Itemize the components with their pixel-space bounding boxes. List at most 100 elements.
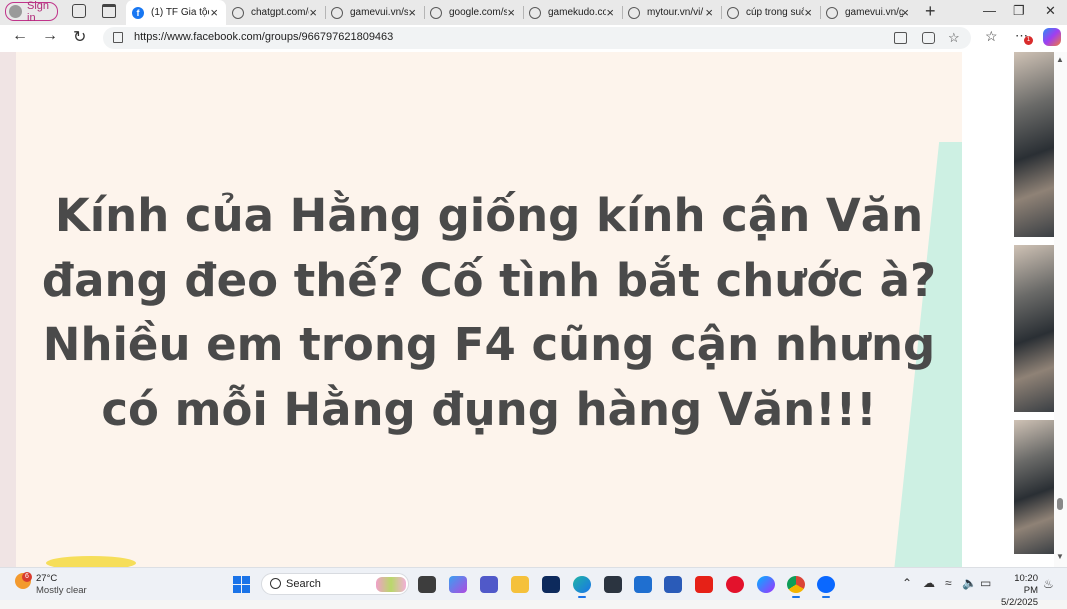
post-image[interactable]: Kính của Hằng giống kính cận Văn đang đe…: [16, 52, 962, 567]
close-tab-icon[interactable]: ×: [309, 5, 317, 20]
youtube-icon[interactable]: [695, 576, 713, 593]
thumbnail-image[interactable]: [1014, 420, 1054, 554]
tab-google[interactable]: google.com/se ×: [424, 0, 523, 25]
thumbnail-image[interactable]: [1014, 245, 1054, 412]
scroll-down-icon[interactable]: ▼: [1056, 552, 1064, 561]
forward-icon[interactable]: →: [42, 27, 58, 45]
tab-actions-icon[interactable]: [102, 4, 116, 18]
show-hidden-icons-icon[interactable]: ⌃: [902, 576, 912, 590]
lock-icon[interactable]: [113, 32, 123, 43]
caption-line: Kính của Hằng giống kính cận Văn: [54, 189, 924, 242]
cloud-icon[interactable]: ☁: [923, 576, 935, 590]
caption-line: có mỗi Hằng đụng hàng Văn!!!: [101, 382, 877, 436]
right-gutter: [962, 52, 1014, 567]
globe-icon: [331, 6, 343, 19]
folder-icon[interactable]: [511, 576, 529, 593]
tab-facebook[interactable]: f (1) TF Gia tộc F ×: [126, 0, 226, 25]
caption-line: Nhiều em trong F4 cũng cận nhưng: [42, 318, 936, 371]
globe-icon: [529, 6, 541, 19]
weather-badge: 6: [22, 572, 32, 582]
search-placeholder: Search: [286, 578, 321, 590]
copilot-icon[interactable]: [1043, 28, 1061, 46]
url-text[interactable]: https://www.facebook.com/groups/96679762…: [134, 31, 393, 43]
tab-title: mytour.vn/vi/: [647, 7, 704, 18]
tab-gamevui-2[interactable]: gamevui.vn/ga ×: [820, 0, 917, 25]
store-icon[interactable]: [664, 576, 682, 593]
notification-badge: 1: [1024, 36, 1033, 45]
thumbnail-column: [1014, 52, 1054, 567]
globe-icon: [628, 6, 640, 19]
close-tab-icon[interactable]: ×: [804, 5, 812, 20]
taskbar: 6 27°C Mostly clear Search ⌃ ☁ ≈ 🔈 ▭ 10:…: [0, 567, 1067, 608]
favorites-icon[interactable]: ☆: [985, 28, 998, 45]
copilot-icon[interactable]: [449, 576, 467, 593]
close-tab-icon[interactable]: ×: [606, 5, 614, 20]
clock[interactable]: 10:20 PM 5/2/2025: [1000, 573, 1038, 609]
battery-icon[interactable]: ▭: [980, 576, 991, 590]
close-window-icon[interactable]: ✕: [1045, 3, 1056, 19]
app-available-icon[interactable]: [894, 32, 907, 44]
left-margin: [0, 52, 16, 567]
tab-title: google.com/se: [449, 7, 507, 18]
sign-in-label: Sign in: [27, 0, 50, 24]
opera-icon[interactable]: [726, 576, 744, 593]
wifi-icon[interactable]: ≈: [945, 576, 952, 590]
chrome-icon[interactable]: [787, 576, 805, 598]
close-tab-icon[interactable]: ×: [408, 5, 416, 20]
close-tab-icon[interactable]: ×: [705, 5, 713, 20]
taskbar-search[interactable]: Search: [261, 573, 409, 595]
new-tab-button[interactable]: +: [925, 1, 936, 22]
tab-title: cúp trong suốt: [746, 7, 804, 18]
favorite-star-icon[interactable]: ☆: [948, 30, 960, 46]
tab-title: (1) TF Gia tộc F: [151, 7, 209, 18]
weather-temperature[interactable]: 27°C: [36, 573, 57, 584]
globe-icon: [727, 6, 739, 19]
tab-mytour[interactable]: mytour.vn/vi/ ×: [622, 0, 721, 25]
caption-line: đang đeo thế? Cố tình bắt chước à?: [41, 253, 937, 307]
close-tab-icon[interactable]: ×: [901, 5, 909, 20]
post-caption: Kính của Hằng giống kính cận Văn đang đe…: [16, 184, 962, 442]
tab-gamekudo[interactable]: gamekudo.com ×: [523, 0, 622, 25]
scrollbar[interactable]: ▲ ▼: [1054, 52, 1067, 567]
close-tab-icon[interactable]: ×: [210, 5, 218, 20]
decorative-shape: [46, 556, 136, 567]
clock-date: 5/2/2025: [1001, 597, 1038, 608]
workspaces-icon[interactable]: [72, 4, 86, 18]
volume-icon[interactable]: 🔈: [962, 576, 977, 590]
globe-icon: [232, 6, 244, 19]
tab-strip: Sign in f (1) TF Gia tộc F × chatgpt.com…: [0, 0, 1067, 25]
maximize-icon[interactable]: ❐: [1013, 3, 1025, 19]
thumbnail-image[interactable]: [1014, 52, 1054, 237]
profile-avatar-icon: [9, 5, 22, 18]
notification-bell-icon[interactable]: ♨: [1043, 577, 1054, 591]
zalo-icon[interactable]: [817, 576, 835, 598]
scrollbar-thumb[interactable]: [1057, 498, 1063, 510]
address-bar[interactable]: https://www.facebook.com/groups/96679762…: [103, 27, 971, 49]
sign-in-button[interactable]: Sign in: [5, 0, 58, 24]
reader-view-icon[interactable]: [922, 32, 935, 44]
tab-title: gamevui.vn/sa: [350, 7, 408, 18]
reload-icon[interactable]: ↻: [73, 27, 86, 47]
scroll-up-icon[interactable]: ▲: [1056, 55, 1064, 64]
edge-icon[interactable]: [573, 576, 591, 598]
tab-cup-trong-suot[interactable]: cúp trong suốt ×: [721, 0, 820, 25]
facebook-icon: f: [132, 6, 144, 19]
search-icon: [270, 578, 281, 589]
browser-toolbar: ← → ↻ https://www.facebook.com/groups/96…: [0, 25, 1067, 52]
start-button[interactable]: [233, 576, 250, 593]
tab-gamevui-1[interactable]: gamevui.vn/sa ×: [325, 0, 424, 25]
tab-chatgpt[interactable]: chatgpt.com/c/ ×: [226, 0, 325, 25]
back-icon[interactable]: ←: [12, 27, 28, 45]
page-content: Kính của Hằng giống kính cận Văn đang đe…: [0, 52, 1067, 567]
mail-icon[interactable]: [634, 576, 652, 593]
file-explorer-icon[interactable]: [418, 576, 436, 593]
search-highlight-icon: [376, 577, 406, 592]
amazon-icon[interactable]: [604, 576, 622, 593]
messenger-icon[interactable]: [757, 576, 775, 593]
globe-icon: [826, 6, 838, 19]
teams-icon[interactable]: [480, 576, 498, 593]
minimize-icon[interactable]: —: [983, 3, 996, 18]
dropbox-icon[interactable]: [542, 576, 560, 593]
close-tab-icon[interactable]: ×: [507, 5, 515, 20]
weather-condition[interactable]: Mostly clear: [36, 585, 87, 596]
